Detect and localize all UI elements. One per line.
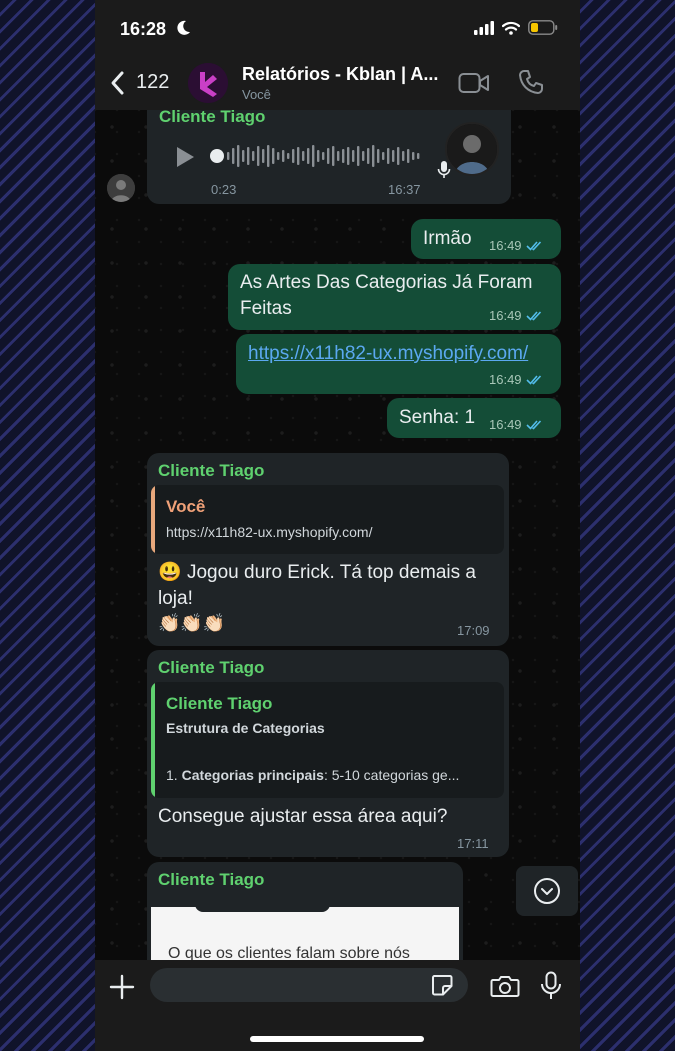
- phone-call-icon[interactable]: [518, 69, 544, 95]
- sender-name: Cliente Tiago: [158, 658, 265, 677]
- group-logo-icon: [188, 63, 228, 103]
- message-time: 16:49: [489, 308, 522, 323]
- message-text: Consegue ajustar essa área aqui?: [158, 806, 448, 827]
- avatar-placeholder-icon: [107, 174, 135, 202]
- battery-icon: [528, 20, 558, 35]
- message-text: Senha: 1: [399, 407, 476, 428]
- plus-icon[interactable]: [109, 974, 135, 1000]
- emoji: 😃: [158, 562, 182, 583]
- status-icons: [474, 20, 558, 35]
- incoming-reply-message[interactable]: Cliente Tiago Você https://x11h82-ux.mys…: [147, 453, 509, 646]
- message-time: 16:49: [489, 417, 522, 432]
- quote-title: Estrutura de Categorias: [166, 720, 325, 736]
- wifi-icon: [502, 21, 520, 35]
- camera-icon[interactable]: [490, 974, 520, 998]
- list-number: 1.: [166, 767, 178, 783]
- back-chevron-icon[interactable]: [109, 70, 125, 96]
- chat-subtitle: Você: [242, 87, 271, 102]
- signal-icon: [474, 20, 494, 35]
- quoted-message[interactable]: Você https://x11h82-ux.myshopify.com/: [151, 485, 504, 554]
- moon-icon: [177, 20, 190, 35]
- sender-name: Cliente Tiago: [158, 870, 265, 889]
- double-check-icon: [525, 375, 541, 385]
- list-item-text: : 5-10 categorias ge...: [323, 767, 460, 783]
- chevron-down-circle-icon: [534, 878, 560, 904]
- audio-waveform[interactable]: [210, 142, 425, 170]
- message-input[interactable]: [150, 968, 468, 1002]
- outgoing-message[interactable]: https://x11h82-ux.myshopify.com/ 16:49: [236, 334, 561, 394]
- quote-bar: [151, 485, 155, 554]
- phone-screen: 16:28 122 Relatórios - Kblan | A... Você…: [95, 0, 580, 1051]
- message-time: 17:11: [457, 836, 489, 851]
- outgoing-message[interactable]: Irmão 16:49: [411, 219, 561, 259]
- message-meta: 16:49: [489, 372, 544, 387]
- quoted-message[interactable]: Cliente Tiago Estrutura de Categorias 1.…: [151, 682, 504, 798]
- status-bar: 16:28: [95, 0, 580, 56]
- double-check-icon: [525, 241, 541, 251]
- microphone-icon[interactable]: [540, 971, 562, 1001]
- audio-duration: 0:23: [211, 182, 237, 197]
- list-item-bold: Categorias principais: [181, 767, 324, 783]
- message-text: Irmão: [423, 228, 472, 249]
- incoming-reply-message[interactable]: Cliente Tiago Cliente Tiago Estrutura de…: [147, 650, 509, 857]
- quote-list-item: 1. Categorias principais: 5-10 categoria…: [166, 767, 498, 783]
- outgoing-message[interactable]: Senha: 1 16:49: [387, 398, 561, 438]
- home-indicator: [250, 1036, 424, 1042]
- double-check-icon: [525, 311, 541, 321]
- audio-message[interactable]: Cliente Tiago 0:23 16:37: [147, 110, 511, 204]
- image-preview[interactable]: O que os clientes falam sobre nós: [151, 907, 459, 960]
- message-time: 16:49: [489, 238, 522, 253]
- quote-author: Cliente Tiago: [166, 694, 273, 713]
- play-icon[interactable]: [175, 146, 195, 168]
- clap-emojis: 👏🏻👏🏻👏🏻: [158, 613, 226, 633]
- sticker-icon[interactable]: [431, 974, 453, 996]
- avatar-placeholder-icon: [447, 124, 497, 174]
- message-meta: 16:49: [489, 417, 544, 432]
- chat-area[interactable]: Cliente Tiago 0:23 16:37 Irmão 16:49 As …: [95, 110, 580, 960]
- group-avatar[interactable]: [188, 63, 228, 103]
- quote-text: https://x11h82-ux.myshopify.com/: [166, 524, 373, 540]
- input-bar: [95, 960, 580, 1051]
- quote-author: Você: [166, 497, 206, 516]
- chat-header: 122 Relatórios - Kblan | A... Você: [95, 56, 580, 110]
- message-meta: 16:49: [489, 238, 544, 253]
- image-top-pill: [195, 907, 330, 912]
- message-time: 16:49: [489, 372, 522, 387]
- sender-name: Cliente Tiago: [159, 110, 266, 126]
- sender-avatar[interactable]: [107, 174, 135, 202]
- audio-time: 16:37: [388, 182, 421, 197]
- image-caption-text: O que os clientes falam sobre nós: [168, 945, 410, 960]
- double-check-icon: [525, 420, 541, 430]
- scroll-down-button[interactable]: [516, 866, 578, 916]
- message-link[interactable]: https://x11h82-ux.myshopify.com/: [248, 341, 528, 367]
- outgoing-message[interactable]: As Artes Das Categorias Já Foram Feitas …: [228, 264, 561, 330]
- mic-icon: [437, 161, 451, 178]
- video-call-icon[interactable]: [458, 72, 490, 94]
- message-meta: 16:49: [489, 308, 544, 323]
- incoming-image-message[interactable]: Cliente Tiago O que os clientes falam so…: [147, 862, 463, 960]
- quote-bar: [151, 682, 155, 798]
- message-time: 17:09: [457, 623, 490, 638]
- unread-count[interactable]: 122: [136, 71, 169, 94]
- message-body: 😃 Jogou duro Erick. Tá top demais a loja…: [158, 560, 498, 612]
- sender-name: Cliente Tiago: [158, 461, 265, 480]
- audio-sender-avatar: [445, 122, 499, 176]
- status-time: 16:28: [120, 19, 167, 39]
- message-text: Jogou duro Erick. Tá top demais a loja!: [158, 562, 476, 609]
- chat-title[interactable]: Relatórios - Kblan | A...: [242, 64, 447, 85]
